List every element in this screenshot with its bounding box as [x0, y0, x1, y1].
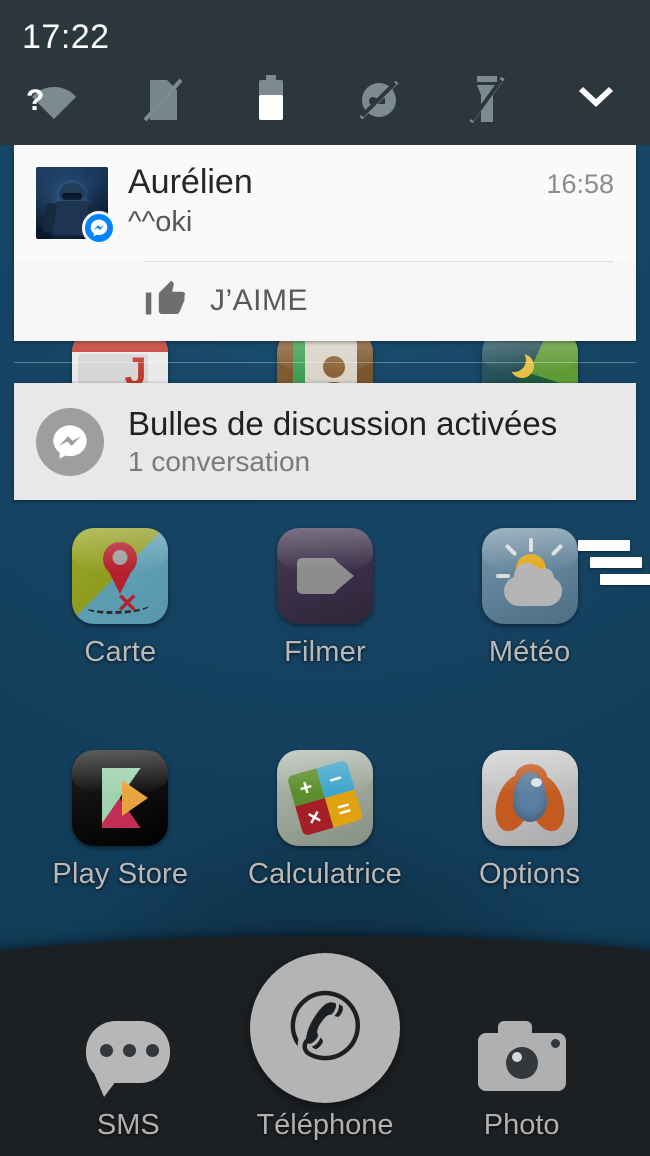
sync-off-icon[interactable]	[325, 72, 433, 127]
thumbs-up-icon	[144, 276, 188, 325]
dock-item-photo[interactable]: Photo	[432, 1011, 612, 1142]
wifi-question-icon[interactable]: ?	[0, 72, 108, 127]
dock-item-telephone[interactable]: ✆ Téléphone	[235, 953, 415, 1142]
messenger-bubble-icon	[36, 407, 104, 476]
notification-bubbles-text: Bulles de discussion activées 1 conversa…	[128, 405, 557, 478]
notification-title: Aurélien	[128, 163, 253, 201]
notification-actions: J’AIME	[14, 262, 636, 341]
notification-card-messenger[interactable]: Aurélien 16:58 ^^oki J’AIME	[14, 145, 636, 341]
dock-item-sms[interactable]: SMS	[38, 1011, 218, 1142]
app-label-calculatrice: Calculatrice	[248, 858, 402, 890]
play-store-icon	[72, 750, 169, 846]
flashlight-off-icon[interactable]	[433, 72, 541, 127]
dock-label-sms: SMS	[96, 1109, 160, 1141]
app-cell-calculatrice[interactable]: + − × = Calculatrice	[237, 750, 412, 891]
app-row-2: Play Store + − × = Calculatrice Options	[0, 750, 650, 891]
chevron-down-icon[interactable]	[542, 72, 650, 127]
sim-off-icon[interactable]	[108, 72, 216, 127]
like-action-label: J’AIME	[210, 283, 309, 317]
status-bar: 17:22 ?	[0, 0, 650, 145]
app-cell-carte[interactable]: ✕ Carte	[33, 528, 208, 669]
dock-label-photo: Photo	[483, 1109, 560, 1141]
app-cell-filmer[interactable]: Filmer	[237, 528, 412, 669]
dock-items: SMS ✆ Téléphone Photo	[0, 930, 650, 1156]
video-camera-icon	[276, 528, 373, 624]
notification-bubbles-subtitle: 1 conversation	[128, 446, 311, 477]
camera-icon	[476, 1011, 568, 1103]
app-cell-play-store[interactable]: Play Store	[33, 750, 208, 891]
weather-icon	[481, 528, 578, 624]
shade-divider	[14, 362, 636, 363]
notification-shade: Aurélien 16:58 ^^oki J’AIME Bulles de di…	[0, 145, 650, 500]
weather-wind-lines-icon	[578, 540, 650, 591]
notification-content: Aurélien 16:58 ^^oki	[14, 145, 636, 251]
like-action-button[interactable]: J’AIME	[144, 276, 308, 325]
avatar	[36, 167, 116, 245]
dock-label-telephone: Téléphone	[256, 1109, 394, 1141]
calculator-icon: + − × =	[276, 750, 373, 846]
settings-icon	[481, 750, 578, 846]
notification-card-bubbles[interactable]: Bulles de discussion activées 1 conversa…	[14, 383, 636, 500]
notification-text: Aurélien 16:58 ^^oki	[128, 163, 614, 239]
app-cell-options[interactable]: Options	[442, 750, 617, 891]
app-label-filmer: Filmer	[284, 636, 366, 668]
app-label-options: Options	[478, 858, 581, 890]
app-label-meteo: Météo	[488, 636, 571, 668]
app-row-1: ✕ Carte Filmer Météo	[0, 528, 650, 669]
app-cell-meteo[interactable]: Météo	[442, 528, 650, 669]
battery-icon[interactable]	[217, 72, 325, 127]
app-label-play-store: Play Store	[52, 858, 189, 890]
status-bar-icons: ?	[0, 72, 650, 127]
notification-body: ^^oki	[128, 206, 193, 238]
messenger-badge-icon	[82, 211, 116, 245]
sms-bubble-icon	[82, 1011, 174, 1103]
notification-time: 16:58	[546, 169, 614, 199]
phone-handset-icon: ✆	[249, 953, 400, 1103]
status-bar-clock: 17:22	[22, 18, 110, 56]
app-label-carte: Carte	[84, 636, 157, 668]
map-icon: ✕	[72, 528, 169, 624]
notification-bubbles-title: Bulles de discussion activées	[128, 405, 558, 442]
